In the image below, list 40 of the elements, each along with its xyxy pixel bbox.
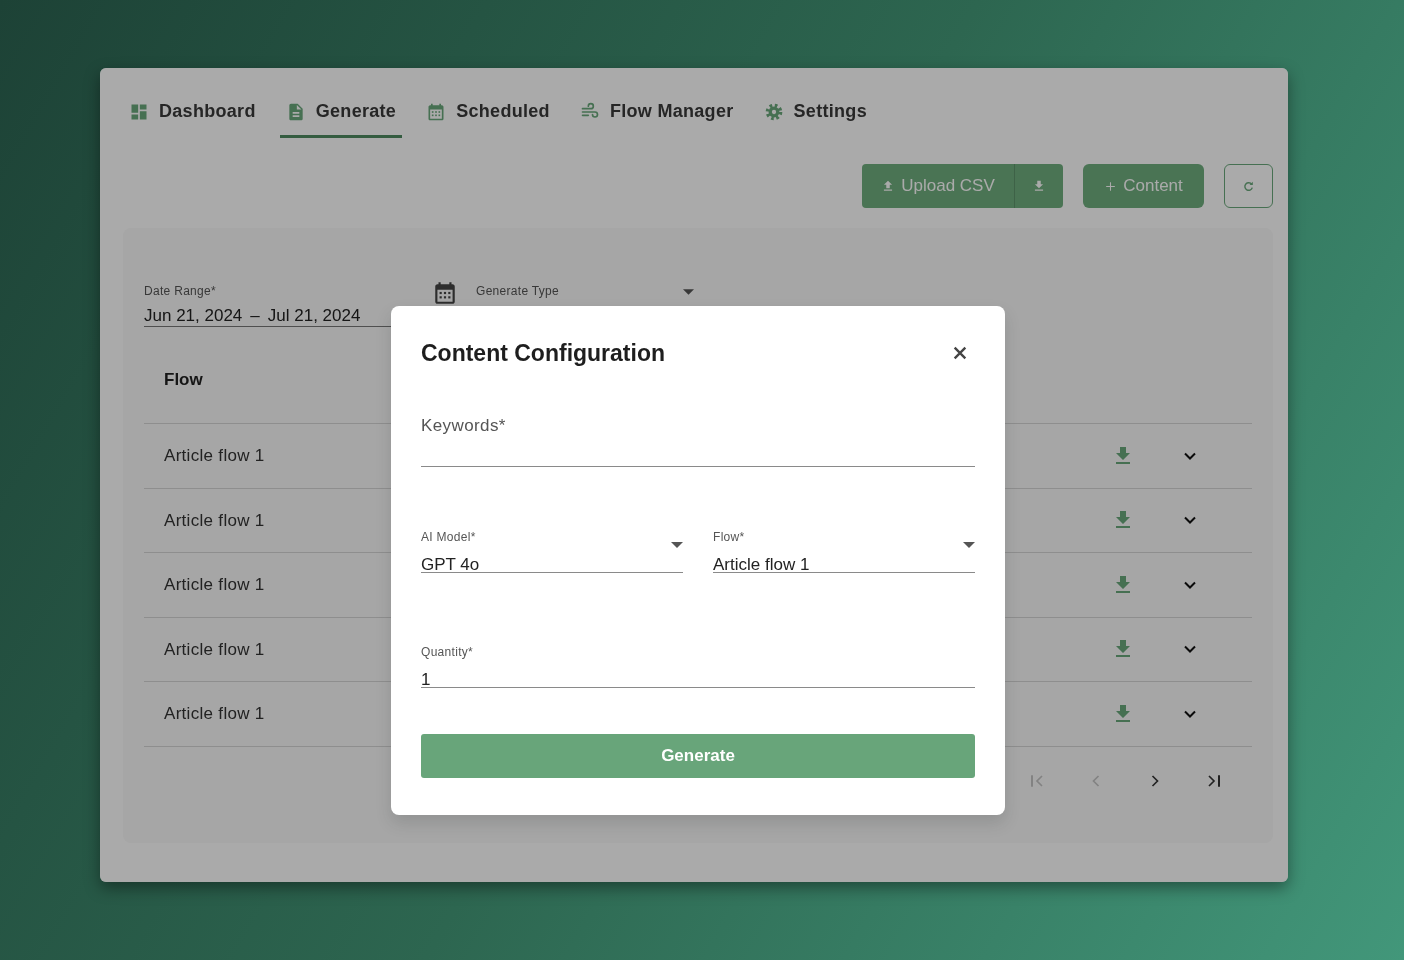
table-cell-text: Article flow 1	[164, 638, 265, 661]
field-label: Quantity*	[421, 643, 474, 661]
table-cell-text: Article flow 1	[164, 445, 265, 467]
field-value: GPT 4o	[421, 553, 481, 576]
column-header: Flow	[164, 369, 203, 392]
refresh-icon	[1242, 179, 1255, 193]
dropdown-arrow-icon	[963, 541, 975, 548]
dropdown-arrow-icon	[683, 289, 694, 295]
field-label: AI Model*	[421, 528, 476, 546]
nav-tab[interactable]: Dashboard	[123, 90, 262, 138]
nav-tab[interactable]: Settings	[757, 90, 873, 138]
calendar-icon	[432, 280, 458, 306]
nav-tab[interactable]: Flow Manager	[573, 90, 740, 138]
dialog-title: Content Configuration	[421, 339, 665, 368]
dropdown-arrow-icon	[671, 541, 683, 548]
nav-tab[interactable]: Generate	[279, 90, 403, 138]
refresh-button[interactable]	[1224, 164, 1273, 208]
field-value: 1	[421, 668, 432, 691]
input-field[interactable]: Quantity* 1	[421, 638, 975, 688]
select-field[interactable]: AI Model* GPT 4o	[421, 523, 683, 573]
settings-icon	[763, 101, 784, 122]
field-label: Flow*	[713, 528, 745, 546]
date-end: Jul 21, 2024	[267, 305, 361, 327]
select-field[interactable]: Flow* Article flow 1	[713, 523, 975, 573]
field-value: Article flow 1	[713, 553, 811, 576]
input-field[interactable]: Keywords*	[421, 407, 975, 467]
plus-icon	[1104, 179, 1118, 193]
field-label: Date Range*	[144, 283, 216, 300]
field-label: Generate Type	[476, 283, 560, 300]
table-cell-text: Article flow 1	[164, 509, 265, 532]
table-cell-text: Article flow 1	[164, 574, 265, 596]
nav-tab[interactable]: Scheduled	[420, 90, 556, 138]
calendar-icon	[426, 101, 447, 122]
field-placeholder: Keywords*	[421, 414, 507, 437]
generate-type-field[interactable]: Generate Type	[476, 278, 698, 318]
download-button[interactable]	[1014, 164, 1063, 208]
date-separator: –	[250, 305, 260, 327]
date-start: Jun 21, 2024	[144, 305, 243, 327]
table-cell-text: Article flow 1	[164, 703, 265, 725]
download-icon	[1032, 179, 1046, 193]
